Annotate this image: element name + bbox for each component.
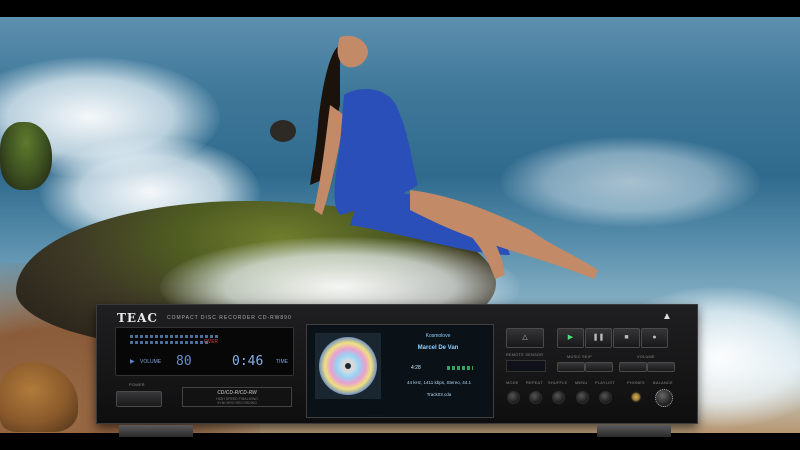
panel-fine-print: · · · · · · · · · · — [367, 413, 385, 417]
mode-button[interactable] — [507, 391, 520, 404]
elapsed-time: 4:28 — [411, 365, 421, 371]
tray-format-text: CD/CD-R/CD-RW — [217, 390, 257, 396]
over-indicator: OVER — [204, 339, 219, 345]
mossy-rock — [0, 122, 52, 190]
phones-label: PHONES — [627, 381, 645, 385]
rock — [270, 120, 296, 142]
play-button[interactable]: ▶ — [557, 328, 584, 348]
album-cover — [315, 333, 381, 399]
volume-label: VOLUME — [140, 359, 162, 365]
headphone-jack-icon[interactable] — [630, 391, 642, 403]
track-title: Kosmolove — [425, 333, 451, 339]
menu-label: MENU — [575, 381, 588, 385]
balance-knob[interactable] — [655, 389, 673, 407]
menu-button[interactable] — [576, 391, 589, 404]
track-artist: Marcel De Van — [417, 345, 459, 351]
eject-logo-icon: ▲ — [662, 311, 672, 322]
pause-button[interactable]: ❚❚ — [585, 328, 612, 348]
repeat-button[interactable] — [529, 391, 542, 404]
playlist-button[interactable] — [599, 391, 612, 404]
level-meter — [130, 341, 208, 344]
record-button[interactable]: ● — [641, 328, 668, 348]
vfd-display: OVER ▶ VOLUME 80 0:46 TIME — [115, 327, 294, 376]
now-playing-screen: Kosmolove Marcel De Van 4:28 44 kHz, 141… — [306, 324, 494, 418]
volume-up-button[interactable] — [647, 362, 675, 372]
shuffle-label: SHUFFLE — [548, 381, 568, 385]
eject-button[interactable]: △ — [506, 328, 544, 348]
play-indicator-icon: ▶ — [130, 359, 135, 365]
repeat-label: REPEAT — [526, 381, 543, 385]
music-skip-label: MUSIC SKIP — [567, 355, 592, 359]
track-file: Track03.cda — [426, 392, 452, 397]
skip-forward-button[interactable] — [585, 362, 613, 372]
woman-figure — [310, 35, 598, 279]
skip-back-button[interactable] — [557, 362, 585, 372]
power-label: POWER — [129, 383, 145, 387]
disc-tray[interactable]: CD/CD-R/CD-RW HIGH SPEED FINALIZING SYNC… — [182, 387, 292, 407]
cd-disc-icon — [319, 337, 377, 395]
time-value: 0:46 — [232, 354, 264, 369]
shuffle-button[interactable] — [552, 391, 565, 404]
cd-player: TEAC COMPACT DISC RECORDER CD-RW890 ▲ OV… — [96, 304, 698, 437]
power-button[interactable] — [116, 391, 162, 407]
format-info: 44 kHz, 1411 kbps, Stereo, 44.1 — [407, 380, 471, 385]
balance-label: BALANCE — [653, 381, 673, 385]
mode-label: MODE — [506, 381, 519, 385]
model-line: COMPACT DISC RECORDER CD-RW890 — [167, 315, 292, 321]
volume-down-button[interactable] — [619, 362, 647, 372]
player-foot — [597, 425, 671, 437]
brand-logo: TEAC — [117, 311, 158, 325]
volume-value: 80 — [176, 354, 192, 369]
playlist-label: PLAYLIST — [595, 381, 615, 385]
tray-feature-text: SYNCHRO RECORDING — [217, 401, 257, 405]
signal-bars — [447, 366, 473, 370]
player-foot — [119, 425, 193, 437]
time-label: TIME — [276, 359, 288, 365]
remote-sensor-label: REMOTE SENSOR — [506, 353, 544, 357]
stop-button[interactable]: ■ — [613, 328, 640, 348]
level-meter — [130, 335, 220, 338]
volume-knob-label: VOLUME — [637, 355, 655, 359]
remote-sensor-window — [506, 360, 546, 372]
